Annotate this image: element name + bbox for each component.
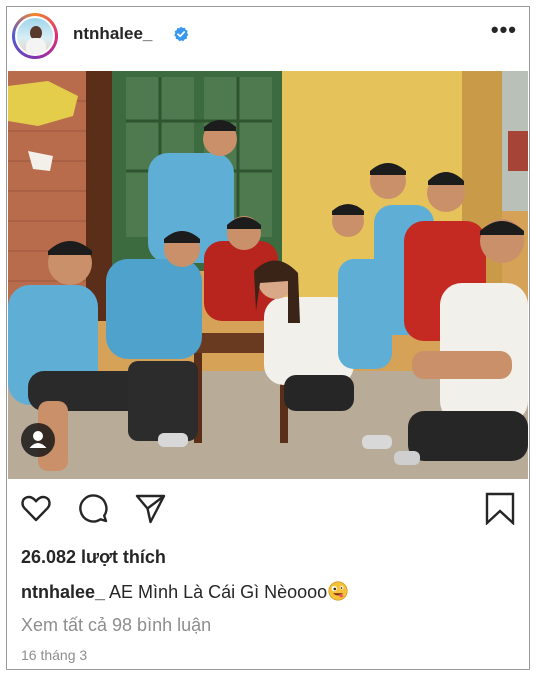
header-username[interactable]: ntnhalee_ (73, 24, 152, 44)
action-bar (7, 491, 529, 531)
heart-icon[interactable] (19, 491, 53, 525)
tagged-people-button[interactable] (21, 423, 55, 457)
caption: ntnhalee_ AE Mình Là Cái Gì Nèoooo (21, 581, 348, 603)
post-date: 16 tháng 3 (21, 647, 88, 663)
share-icon[interactable] (133, 491, 167, 525)
story-ring[interactable] (12, 13, 58, 59)
bookmark-icon[interactable] (483, 491, 517, 525)
more-options-button[interactable]: ••• (491, 19, 517, 41)
comment-icon[interactable] (77, 491, 111, 525)
avatar[interactable] (15, 16, 55, 56)
post-header: ntnhalee_ ••• (7, 7, 529, 63)
group-photo-image (8, 71, 528, 479)
avatar-torso-shape (26, 38, 46, 54)
view-all-comments-link[interactable]: Xem tất cả 98 bình luận (21, 615, 211, 636)
verified-badge-icon (174, 26, 189, 42)
zany-face-emoji-icon (328, 581, 348, 601)
instagram-post: ntnhalee_ ••• 26.082 lượt thích ntnhalee… (6, 6, 530, 670)
caption-text: AE Mình Là Cái Gì Nèoooo (109, 582, 328, 602)
post-photo[interactable] (8, 71, 528, 479)
like-count[interactable]: 26.082 lượt thích (21, 547, 166, 568)
caption-username[interactable]: ntnhalee_ (21, 582, 105, 602)
person-icon (29, 431, 47, 448)
